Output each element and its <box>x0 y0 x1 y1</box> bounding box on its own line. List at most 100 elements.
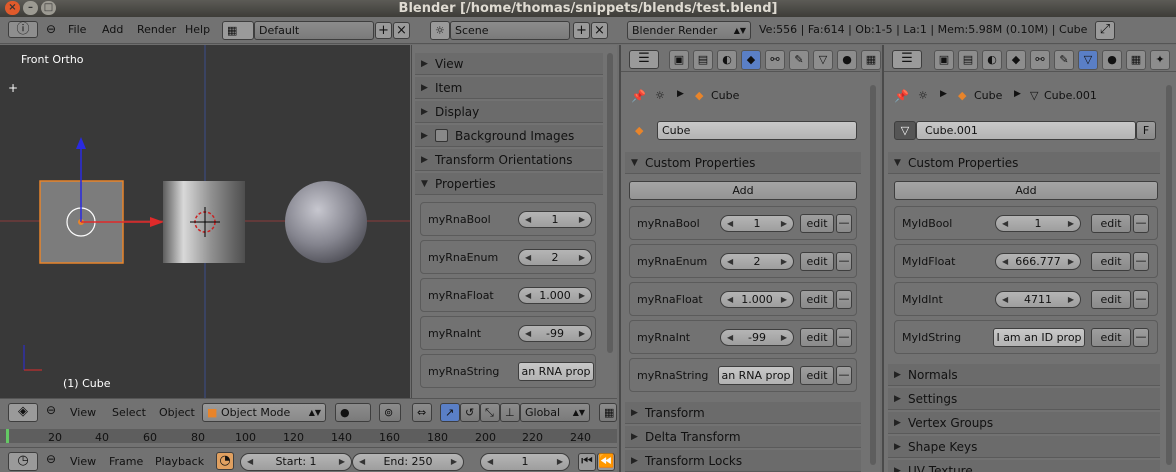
edit-property-button[interactable]: edit <box>800 214 834 233</box>
prop-number-field[interactable]: ◀ 1 ▶ <box>720 215 794 232</box>
properties-editor-icon[interactable]: ☰ <box>892 50 922 69</box>
menu-playback[interactable]: Playback <box>155 455 204 468</box>
panel-transform-orientations[interactable]: ▶ Transform Orientations <box>415 149 603 171</box>
prop-number-field[interactable]: ◀ 1 ▶ <box>995 215 1081 232</box>
prop-number-field[interactable]: ◀ 1 ▶ <box>518 211 592 228</box>
edit-property-button[interactable]: edit <box>800 366 834 385</box>
collapse-menu-icon[interactable]: ⊖ <box>46 452 56 466</box>
add-screen-button[interactable]: + <box>375 22 392 39</box>
remove-property-button[interactable]: — <box>1133 328 1149 347</box>
remove-property-button[interactable]: — <box>836 214 852 233</box>
panel-transform[interactable]: ▶ Transform <box>625 402 861 424</box>
object-name-field[interactable]: Cube <box>657 121 857 140</box>
cube-editor-icon[interactable]: ◈ <box>8 403 38 422</box>
mesh-name-field[interactable]: Cube.001 <box>916 121 1136 140</box>
prop-text-field[interactable]: an RNA prop <box>718 366 794 385</box>
remove-property-button[interactable]: — <box>1133 252 1149 271</box>
panel-settings[interactable]: ▶ Settings <box>888 388 1160 410</box>
scene-field[interactable]: Scene <box>450 21 570 40</box>
layers-grid[interactable]: ▦ <box>599 403 617 422</box>
panel-vertex-groups[interactable]: ▶ Vertex Groups <box>888 412 1160 434</box>
constraints-tab-icon[interactable]: ⚯ <box>765 50 785 70</box>
modifiers-tab-icon[interactable]: ✎ <box>789 50 809 70</box>
panel-delta-transform[interactable]: ▶ Delta Transform <box>625 426 861 448</box>
remove-property-button[interactable]: — <box>1133 290 1149 309</box>
texture-tab-icon[interactable]: ▦ <box>861 50 881 70</box>
menu-view[interactable]: View <box>70 406 96 419</box>
background-images-checkbox[interactable] <box>435 129 448 142</box>
prop-text-field[interactable]: I am an ID prop <box>993 328 1085 347</box>
collapse-menu-icon[interactable]: ⊖ <box>46 22 56 36</box>
fake-user-button[interactable]: F <box>1136 121 1156 140</box>
prop-number-field[interactable]: ◀ -99 ▶ <box>518 325 592 342</box>
physics-tab-icon[interactable]: ✦ <box>1150 50 1170 70</box>
panel-transform-locks[interactable]: ▶ Transform Locks <box>625 450 861 472</box>
object-tab-icon[interactable]: ◆ <box>741 50 761 70</box>
scrollbar[interactable] <box>870 85 876 465</box>
panel-uv-texture[interactable]: ▶ UV Texture <box>888 460 1160 472</box>
preview-range-icon[interactable]: ◔ <box>216 452 234 470</box>
scale-manipulator[interactable]: ⤡ <box>480 403 500 422</box>
prop-number-field[interactable]: ◀ 4711 ▶ <box>995 291 1081 308</box>
translate-manipulator[interactable]: ↗ <box>440 403 460 422</box>
panel-custom-properties[interactable]: ▼ Custom Properties <box>888 152 1160 174</box>
menu-select[interactable]: Select <box>112 406 146 419</box>
panel-item[interactable]: ▶ Item <box>415 77 603 99</box>
jump-keyframe-back-button[interactable]: ⏪ <box>597 453 615 471</box>
pin-icon[interactable]: 📌 <box>631 89 646 103</box>
pivot-point-select[interactable]: ⊚ <box>379 403 401 422</box>
mesh-data-icon[interactable]: ▽ <box>894 121 916 140</box>
render-tab-icon[interactable]: ▣ <box>934 50 954 70</box>
render-layers-tab-icon[interactable]: ▤ <box>693 50 713 70</box>
edit-property-button[interactable]: edit <box>1091 290 1131 309</box>
edit-property-button[interactable]: edit <box>1091 252 1131 271</box>
properties-editor-icon[interactable]: ☰ <box>629 50 659 69</box>
remove-property-button[interactable]: — <box>836 366 852 385</box>
panel-background-images[interactable]: ▶ Background Images <box>415 125 603 147</box>
add-property-button[interactable]: Add <box>629 181 857 200</box>
add-scene-button[interactable]: + <box>573 22 590 39</box>
manipulator-toggle[interactable]: ⇔ <box>412 403 432 422</box>
world-tab-icon[interactable]: ◐ <box>717 50 737 70</box>
remove-property-button[interactable]: — <box>836 328 852 347</box>
prop-text-field[interactable]: an RNA prop <box>518 362 594 381</box>
pin-icon[interactable]: 📌 <box>894 89 909 103</box>
render-tab-icon[interactable]: ▣ <box>669 50 689 70</box>
edit-property-button[interactable]: edit <box>1091 214 1131 233</box>
panel-display[interactable]: ▶ Display <box>415 101 603 123</box>
data-tab-icon[interactable]: ▽ <box>1078 50 1098 70</box>
screen-layout-field[interactable]: Default <box>254 21 374 40</box>
edit-property-button[interactable]: edit <box>800 252 834 271</box>
scrollbar[interactable] <box>607 53 613 353</box>
current-frame-marker[interactable] <box>6 429 9 443</box>
mode-select[interactable]: ■ Object Mode ▲▼ <box>202 403 326 422</box>
menu-object[interactable]: Object <box>159 406 195 419</box>
panel-view[interactable]: ▶ View <box>415 53 603 75</box>
menu-frame[interactable]: Frame <box>109 455 143 468</box>
edit-property-button[interactable]: edit <box>800 290 834 309</box>
menu-view[interactable]: View <box>70 455 96 468</box>
prop-number-field[interactable]: ◀ 1.000 ▶ <box>518 287 592 304</box>
panel-properties[interactable]: ▼ Properties <box>415 173 603 195</box>
remove-scene-button[interactable]: × <box>591 22 608 39</box>
prop-number-field[interactable]: ◀ 2 ▶ <box>518 249 592 266</box>
minimize-window-button[interactable]: – <box>23 1 38 15</box>
menu-add[interactable]: Add <box>102 23 123 36</box>
viewport-shading-select[interactable]: ● <box>335 403 371 422</box>
constraints-tab-icon[interactable]: ⚯ <box>1030 50 1050 70</box>
scrollbar[interactable] <box>1166 85 1172 465</box>
orientation-icon-button[interactable]: ⊥ <box>500 403 520 422</box>
remove-property-button[interactable]: — <box>1133 214 1149 233</box>
close-window-button[interactable]: × <box>5 1 20 15</box>
render-engine-select[interactable]: Blender Render ▲▼ <box>627 21 751 40</box>
scene-icon[interactable]: ☼ <box>430 21 450 40</box>
prop-number-field[interactable]: ◀ -99 ▶ <box>720 329 794 346</box>
panel-shape-keys[interactable]: ▶ Shape Keys <box>888 436 1160 458</box>
timeline-editor-icon[interactable]: ◷ <box>8 452 38 471</box>
world-tab-icon[interactable]: ◐ <box>982 50 1002 70</box>
jump-start-button[interactable]: ⏮ <box>578 453 596 471</box>
screen-layout-icon[interactable]: ▦ <box>222 21 254 40</box>
menu-file[interactable]: File <box>68 23 86 36</box>
prop-number-field[interactable]: ◀ 666.777 ▶ <box>995 253 1081 270</box>
prop-number-field[interactable]: ◀ 1.000 ▶ <box>720 291 794 308</box>
